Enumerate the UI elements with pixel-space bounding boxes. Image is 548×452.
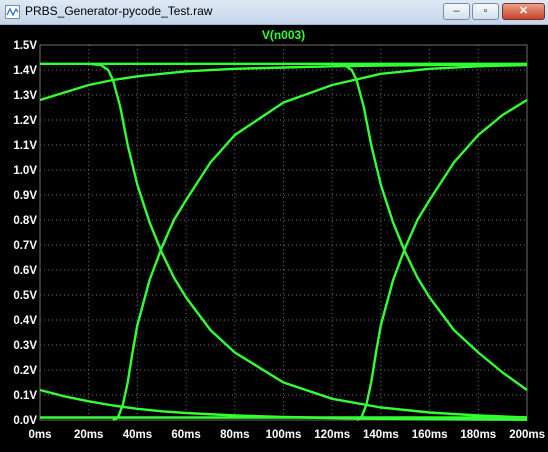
minimize-button[interactable]: – [443, 3, 470, 20]
minimize-icon: – [453, 5, 460, 17]
maximize-button[interactable]: ▫ [472, 3, 499, 20]
y-tick-label: 1.1V [13, 140, 37, 152]
trace-line-5 [112, 63, 528, 422]
x-tick-label: 100ms [266, 429, 302, 441]
y-tick-label: 0.1V [13, 390, 37, 402]
close-icon: ✕ [518, 5, 529, 17]
x-tick-label: 180ms [460, 429, 496, 441]
x-tick-label: 80ms [220, 429, 249, 441]
y-tick-label: 0.5V [13, 290, 37, 302]
plot-area[interactable]: 0.0V 0.1V 0.2V 0.3V 0.4V 0.5V 0.6V 0.7V 0.8V 0.9V… [0, 25, 548, 447]
x-tick-label: 120ms [314, 429, 350, 441]
y-tick-label: 0.8V [13, 215, 37, 227]
chart-title: V(n003) [262, 28, 305, 42]
y-tick-label: 0.3V [13, 340, 37, 352]
y-tick-label: 1.3V [13, 90, 37, 102]
x-tick-label: 140ms [363, 429, 399, 441]
y-axis-tick-labels: 0.0V 0.1V 0.2V 0.3V 0.4V 0.5V 0.6V 0.7V 0.8V 0.9V… [13, 40, 37, 427]
y-tick-label: 0.2V [13, 365, 37, 377]
y-tick-label: 1.4V [13, 65, 37, 77]
y-tick-label: 0.4V [13, 315, 37, 327]
trace-line-3 [39, 388, 528, 421]
x-tick-label: 60ms [171, 429, 200, 441]
x-tick-label: 200ms [509, 429, 545, 441]
x-tick-label: 0ms [28, 429, 51, 441]
x-tick-label: 160ms [412, 429, 448, 441]
waveform-file-icon [5, 5, 20, 19]
y-tick-label: 1.2V [13, 115, 37, 127]
y-tick-label: 0.0V [13, 415, 37, 427]
y-tick-label: 0.6V [13, 265, 37, 277]
x-tick-label: 20ms [74, 429, 103, 441]
title-bar[interactable]: PRBS_Generator-pycode_Test.raw – ▫ ✕ [0, 0, 548, 25]
close-button[interactable]: ✕ [502, 3, 545, 20]
y-tick-label: 1.0V [13, 165, 37, 177]
y-tick-label: 1.5V [13, 40, 37, 52]
x-tick-label: 40ms [123, 429, 152, 441]
x-axis-tick-labels: 0ms 20ms 40ms 60ms 80ms 100ms 120ms 140ms 160ms 1… [28, 429, 545, 441]
window-title: PRBS_Generator-pycode_Test.raw [25, 4, 213, 18]
trace-line-4 [88, 62, 528, 419]
maximize-icon: ▫ [483, 5, 488, 17]
waveform-viewer-window: PRBS_Generator-pycode_Test.raw – ▫ ✕ 0.0… [0, 0, 548, 447]
y-tick-label: 0.9V [13, 190, 37, 202]
waveform-chart[interactable]: 0.0V 0.1V 0.2V 0.3V 0.4V 0.5V 0.6V 0.7V 0.8V 0.9V… [0, 25, 548, 447]
y-tick-label: 0.7V [13, 240, 37, 252]
